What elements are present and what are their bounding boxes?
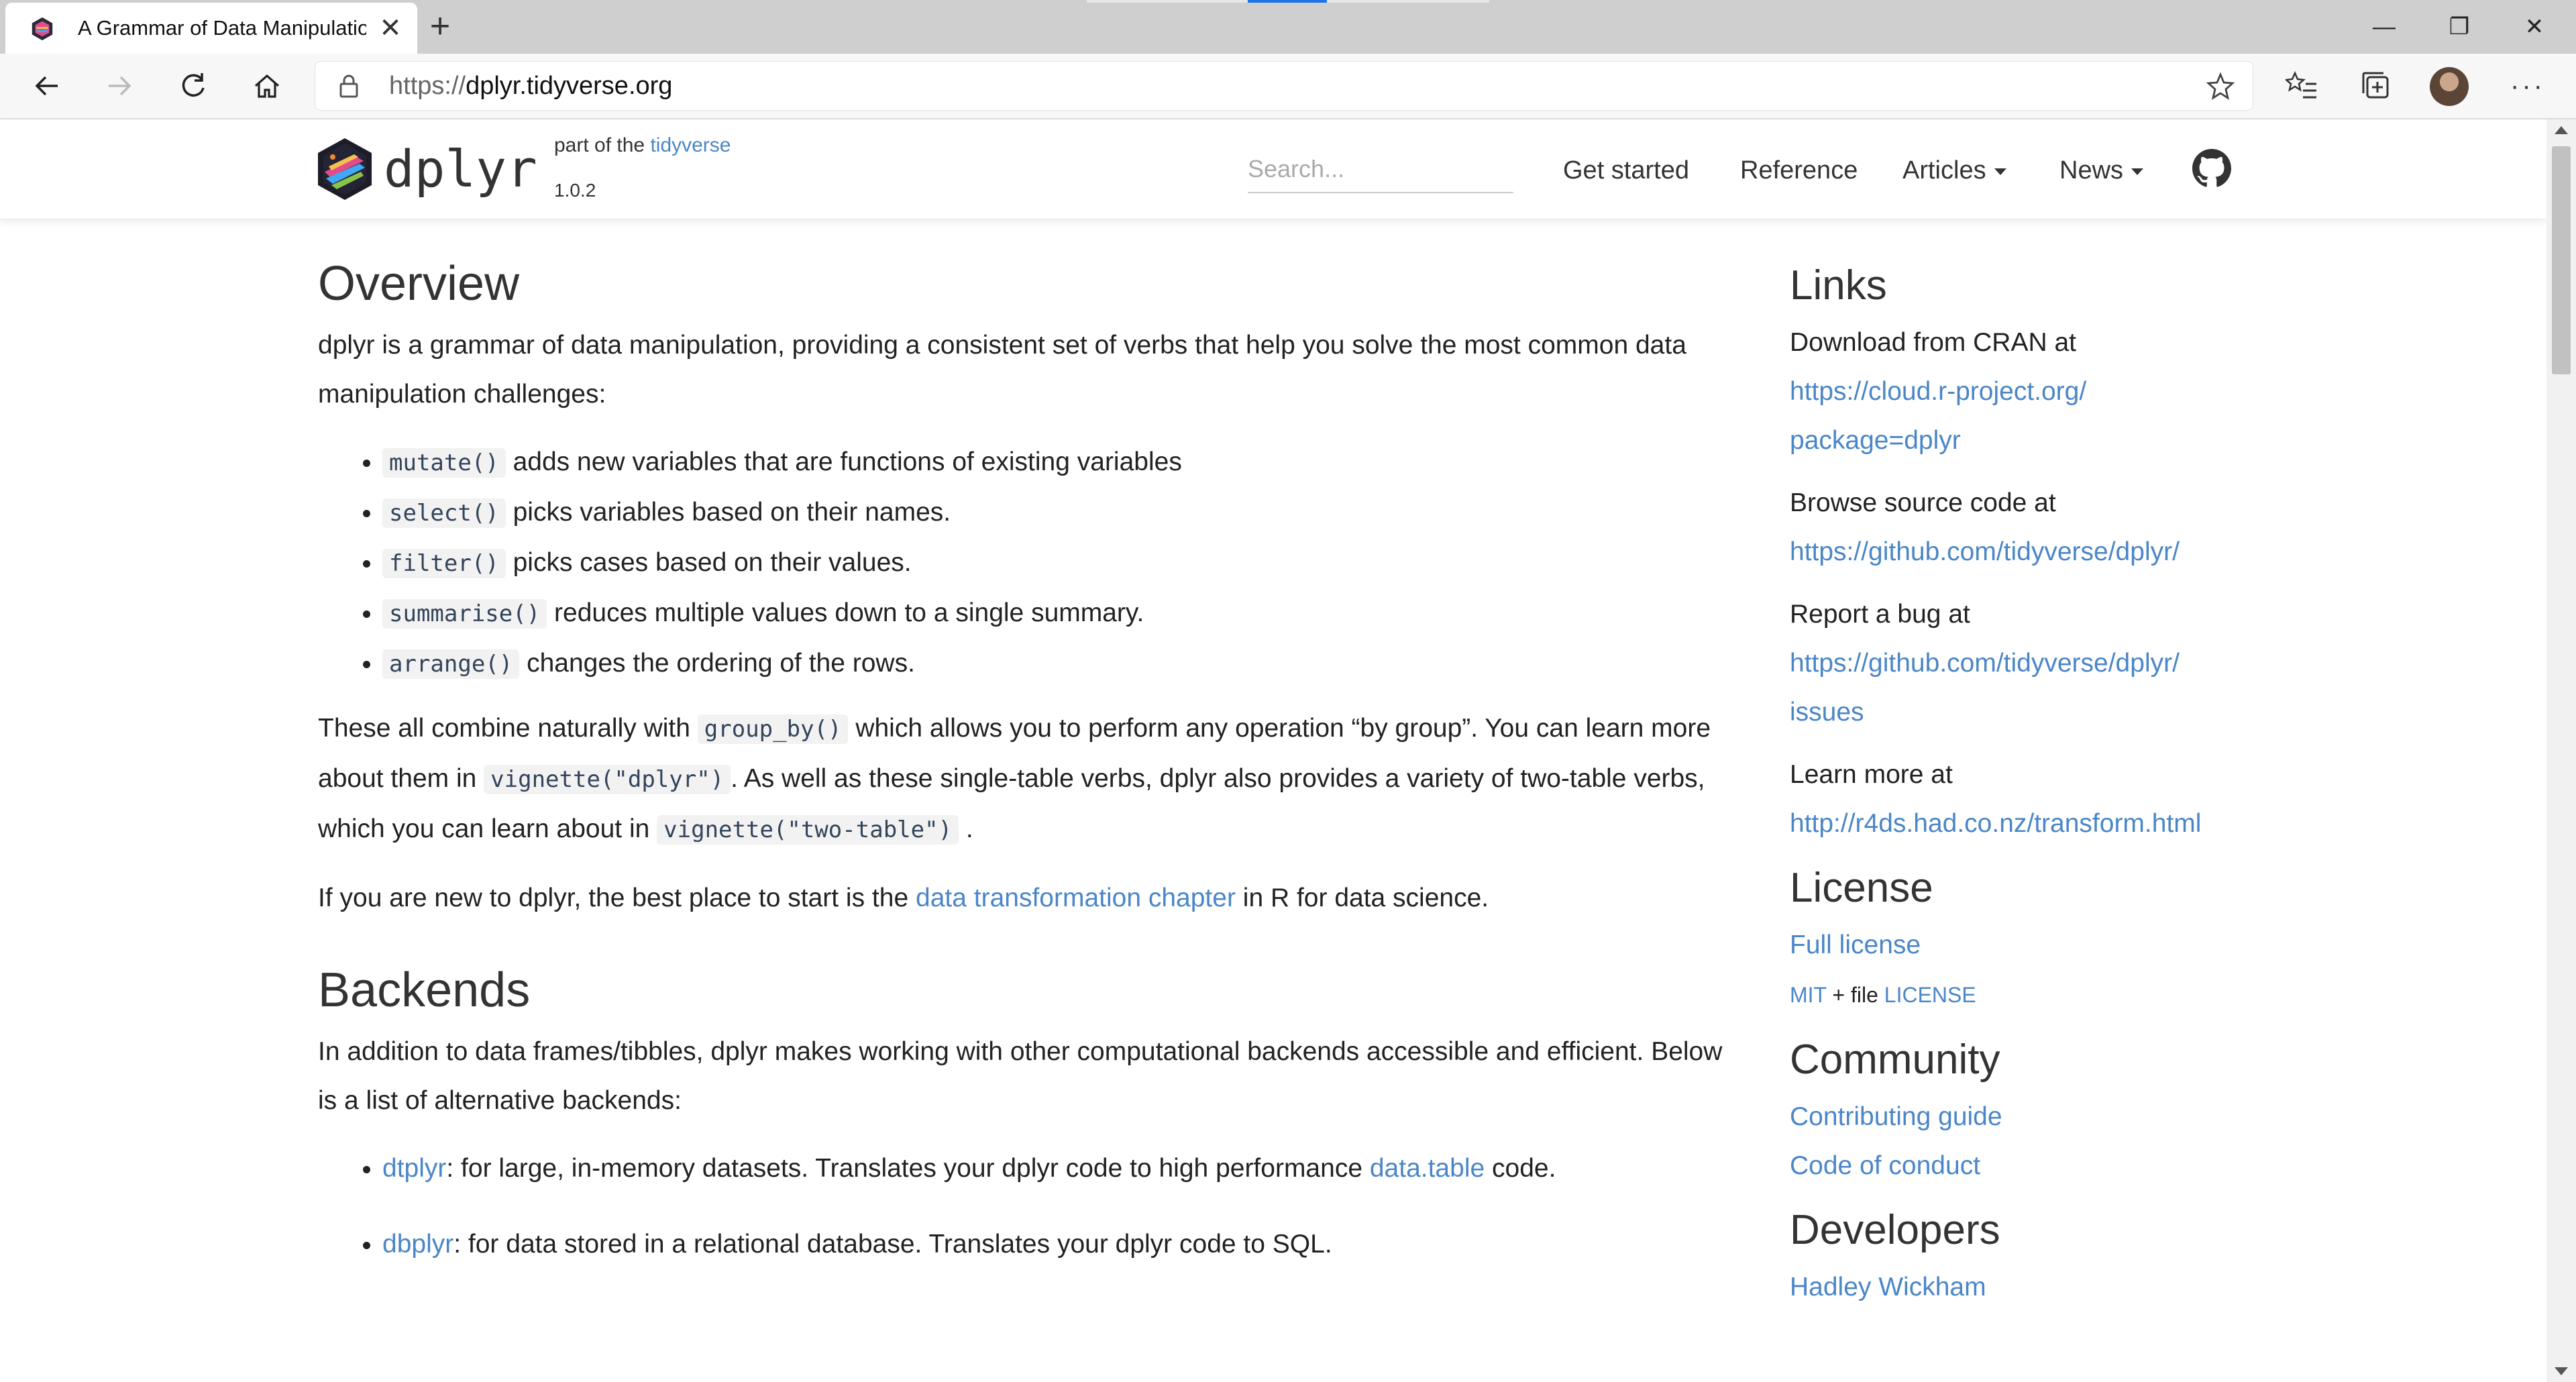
address-bar[interactable]: https://dplyr.tidyverse.org [315,62,2253,110]
minimize-icon[interactable]: — [2351,7,2418,47]
nav-news[interactable]: News [2059,150,2144,191]
backend-list: dtplyr: for large, in-memory datasets. T… [318,1144,1740,1269]
main-content: Overview dplyr is a grammar of data mani… [318,254,1740,1283]
loading-indicator [1248,0,1327,3]
tab-title: A Grammar of Data Manipulation [78,16,366,40]
nav-articles[interactable]: Articles [1902,150,2006,191]
dtplyr-link[interactable]: dtplyr [382,1154,446,1183]
community-heading: Community [1790,1036,2000,1083]
profile-avatar[interactable] [2430,67,2469,106]
lock-icon[interactable] [335,72,362,99]
scrollbar-thumb[interactable] [2552,146,2571,374]
search-input[interactable]: Search... [1248,148,1513,193]
page-scrollbar[interactable] [2546,119,2576,1382]
code-summarise: summarise() [382,599,547,629]
combine-paragraph: These all combine naturally with group_b… [318,714,1711,845]
list-item: filter() picks cases based on their valu… [382,538,1740,588]
license-file-link[interactable]: LICENSE [1884,983,1976,1007]
tidyverse-link[interactable]: tidyverse [650,134,731,156]
tab-active[interactable]: A Grammar of Data Manipulation ✕ [5,3,417,54]
close-tab-icon[interactable]: ✕ [377,15,404,42]
url-text[interactable]: https://dplyr.tidyverse.org [389,62,672,110]
version-label: 1.0.2 [554,180,596,201]
backends-heading: Backends [318,963,531,1017]
dplyr-favicon-icon [32,17,53,41]
brand-name[interactable]: dplyr [384,137,537,201]
list-item: arrange() changes the ordering of the ro… [382,639,1740,689]
home-icon[interactable] [247,66,287,106]
learn-block: Learn more at http://r4ds.had.co.nz/tran… [1790,760,2202,838]
code-filter: filter() [382,549,506,578]
source-link[interactable]: https://github.com/tidyverse/dplyr/ [1790,537,2180,566]
back-icon[interactable] [27,66,67,106]
web-page: dplyr part of the tidyverse 1.0.2 Search… [0,119,2546,1382]
code-group-by: group_by() [697,714,849,744]
code-of-conduct-link[interactable]: Code of conduct [1790,1151,1980,1180]
list-item: select() picks variables based on their … [382,488,1740,538]
list-item: dbplyr: for data stored in a relational … [382,1220,1740,1269]
github-icon[interactable] [2192,149,2231,188]
close-window-icon[interactable]: ✕ [2501,7,2568,47]
data-transformation-link[interactable]: data transformation chapter [916,884,1236,912]
dbplyr-link[interactable]: dbplyr [382,1230,453,1259]
more-icon[interactable]: ··· [2509,67,2546,105]
overview-intro: dplyr is a grammar of data manipulation,… [318,331,1686,409]
tab-strip: A Grammar of Data Manipulation ✕ + — ❐ ✕ [0,0,2576,54]
restore-icon[interactable]: ❐ [2426,7,2493,47]
links-heading: Links [1790,262,1887,309]
dplyr-logo[interactable] [317,137,373,201]
list-item: mutate() adds new variables that are fun… [382,437,1740,488]
backends-intro: In addition to data frames/tibbles, dply… [318,1037,1723,1115]
license-heading: License [1790,865,1933,911]
data-table-link[interactable]: data.table [1370,1154,1485,1183]
bug-link[interactable]: https://github.com/tidyverse/dplyr/issue… [1790,649,2180,727]
new-tab-button[interactable]: + [424,9,456,44]
bug-block: Report a bug at https://github.com/tidyv… [1790,600,2180,727]
overview-heading: Overview [318,257,520,311]
favorites-list-icon[interactable] [2284,67,2321,105]
code-select: select() [382,498,506,528]
developers-block: Hadley Wickham [1790,1263,2259,1312]
code-mutate: mutate() [382,448,506,478]
part-of-tidyverse: part of the tidyverse [554,134,731,156]
site-navbar: dplyr part of the tidyverse 1.0.2 Search… [0,119,2546,219]
browser-toolbar: https://dplyr.tidyverse.org ··· [0,54,2576,119]
code-vignette-dplyr: vignette("dplyr") [484,765,731,794]
contributing-guide-link[interactable]: Contributing guide [1790,1102,2002,1131]
code-vignette-two-table: vignette("two-table") [657,815,959,845]
refresh-icon[interactable] [173,66,213,106]
chevron-down-icon [2131,168,2144,175]
sidebar: Links Download from CRAN at https://clou… [1790,259,2259,1325]
license-block: Full license MIT + file LICENSE [1790,931,1976,1007]
scroll-down-icon[interactable] [2555,1367,2568,1375]
nav-reference[interactable]: Reference [1740,150,1858,191]
full-license-link[interactable]: Full license [1790,931,1921,959]
nav-get-started[interactable]: Get started [1563,150,1689,191]
forward-icon[interactable] [99,66,140,106]
cran-link[interactable]: https://cloud.r-project.org/package=dply… [1790,377,2086,455]
community-block: Contributing guide Code of conduct [1790,1092,2259,1190]
verb-list: mutate() adds new variables that are fun… [318,437,1740,689]
developer-link[interactable]: Hadley Wickham [1790,1273,1986,1301]
mit-link[interactable]: MIT [1790,983,1827,1007]
chevron-down-icon [1994,168,2006,175]
list-item: summarise() reduces multiple values down… [382,588,1740,639]
new-to-paragraph: If you are new to dplyr, the best place … [318,884,1489,912]
code-arrange: arrange() [382,649,520,679]
r4ds-link[interactable]: http://r4ds.had.co.nz/transform.html [1790,809,2201,838]
list-item: dtplyr: for large, in-memory datasets. T… [382,1144,1740,1193]
developers-heading: Developers [1790,1207,2000,1253]
collections-icon[interactable] [2357,67,2395,105]
cran-block: Download from CRAN at https://cloud.r-pr… [1790,328,2087,455]
scroll-up-icon[interactable] [2555,126,2568,134]
favorite-star-icon[interactable] [2206,71,2235,101]
source-block: Browse source code at https://github.com… [1790,488,2180,566]
